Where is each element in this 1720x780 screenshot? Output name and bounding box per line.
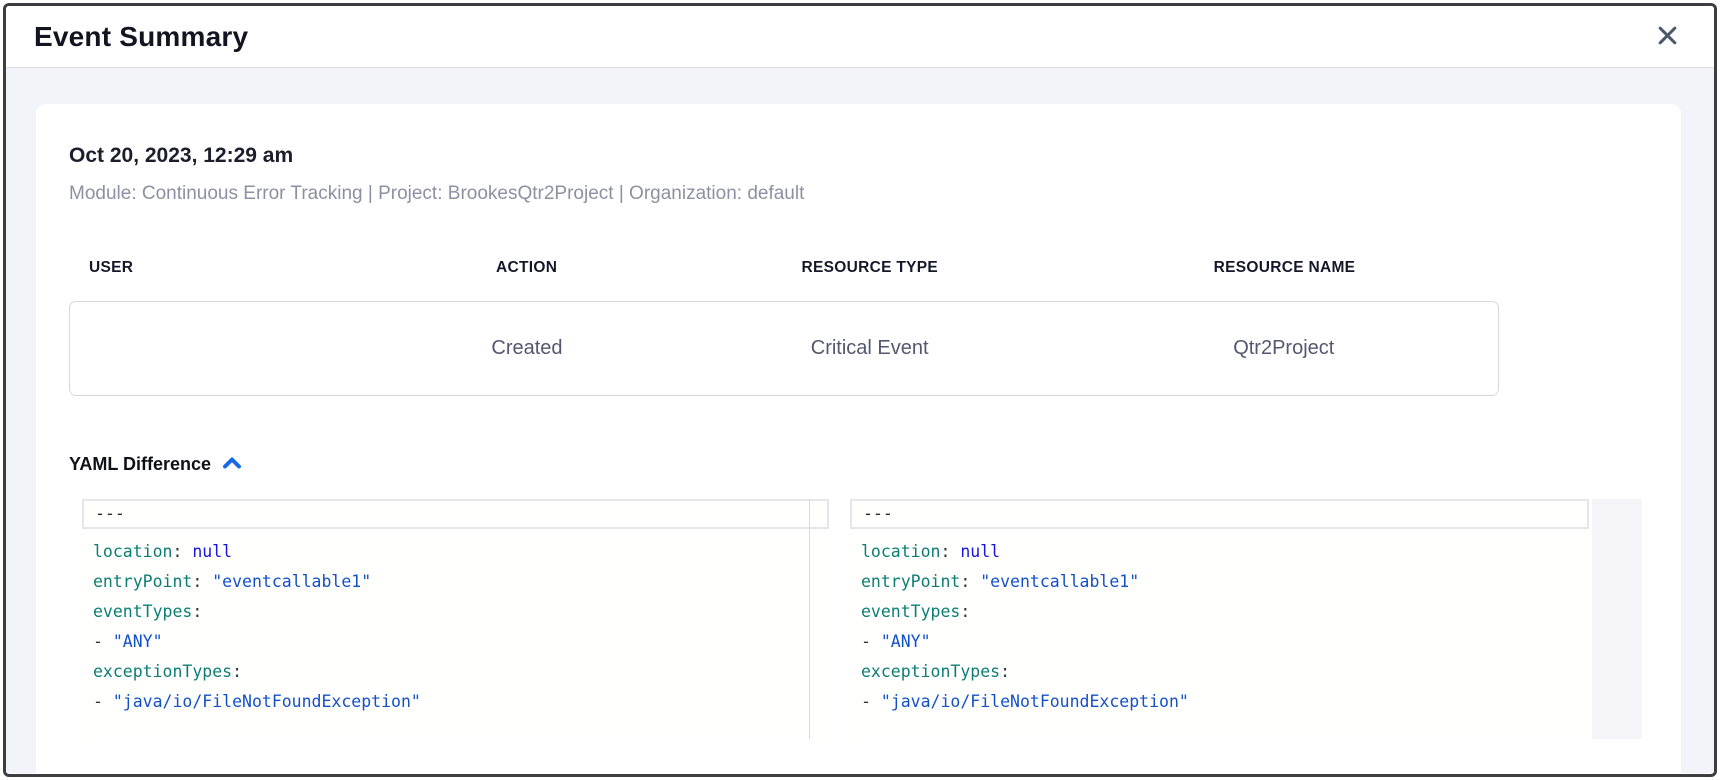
action-cell: Created xyxy=(384,337,670,360)
table-header-row: USER ACTION RESOURCE TYPE RESOURCE NAME xyxy=(69,259,1499,277)
event-meta: Module: Continuous Error Tracking | Proj… xyxy=(69,183,1681,205)
table-row: Created Critical Event Qtr2Project xyxy=(69,301,1499,396)
col-header-resource-type: RESOURCE TYPE xyxy=(670,259,1070,277)
yaml-difference-header[interactable]: YAML Difference xyxy=(69,454,1681,475)
col-header-resource-name: RESOURCE NAME xyxy=(1070,259,1499,277)
user-cell xyxy=(70,325,384,373)
yaml-line: eventTypes: xyxy=(82,597,829,627)
audit-table: USER ACTION RESOURCE TYPE RESOURCE NAME … xyxy=(69,259,1499,396)
redacted-user-pattern xyxy=(105,325,255,373)
yaml-panel-left[interactable]: --- location: nullentryPoint: "eventcalla… xyxy=(82,499,829,739)
yaml-line: entryPoint: "eventcallable1" xyxy=(850,567,1589,597)
chevron-up-icon xyxy=(222,456,242,473)
col-header-action: ACTION xyxy=(384,259,670,277)
yaml-panel-right[interactable]: --- location: nullentryPoint: "eventcalla… xyxy=(850,499,1589,739)
modal-header: Event Summary xyxy=(6,6,1714,68)
yaml-line: --- xyxy=(82,499,829,529)
yaml-line: exceptionTypes: xyxy=(850,657,1589,687)
diff-scrollbar-strip[interactable] xyxy=(1592,499,1642,739)
yaml-line: - "java/io/FileNotFoundException" xyxy=(82,687,829,717)
resource-type-cell: Critical Event xyxy=(670,337,1070,360)
yaml-line: location: null xyxy=(850,537,1589,567)
yaml-line: --- xyxy=(850,499,1589,529)
yaml-diff-viewer: ---location: nullentryPoint: "eventcalla… xyxy=(82,499,1681,739)
collapse-toggle-button[interactable] xyxy=(222,456,242,473)
yaml-difference-label: YAML Difference xyxy=(69,454,211,475)
yaml-line: - "ANY" xyxy=(850,627,1589,657)
yaml-line: - "java/io/FileNotFoundException" xyxy=(850,687,1589,717)
event-timestamp: Oct 20, 2023, 12:29 am xyxy=(69,144,1681,168)
resource-name-cell: Qtr2Project xyxy=(1070,337,1498,360)
modal-body: Oct 20, 2023, 12:29 am Module: Continuou… xyxy=(6,68,1714,773)
col-header-user: USER xyxy=(69,259,384,277)
left-panel-scrollbar-gutter[interactable] xyxy=(809,499,810,739)
yaml-line: entryPoint: "eventcallable1" xyxy=(82,567,829,597)
yaml-line: - "ANY" xyxy=(82,627,829,657)
modal-title: Event Summary xyxy=(34,21,248,53)
yaml-line: exceptionTypes: xyxy=(82,657,829,687)
close-button[interactable] xyxy=(1650,20,1684,54)
yaml-line: location: null xyxy=(82,537,829,567)
yaml-line: eventTypes: xyxy=(850,597,1589,627)
event-summary-modal: Event Summary Oct 20, 2023, 12:29 am Mod… xyxy=(3,3,1717,777)
event-card: Oct 20, 2023, 12:29 am Module: Continuou… xyxy=(36,104,1681,773)
close-icon xyxy=(1654,22,1681,52)
